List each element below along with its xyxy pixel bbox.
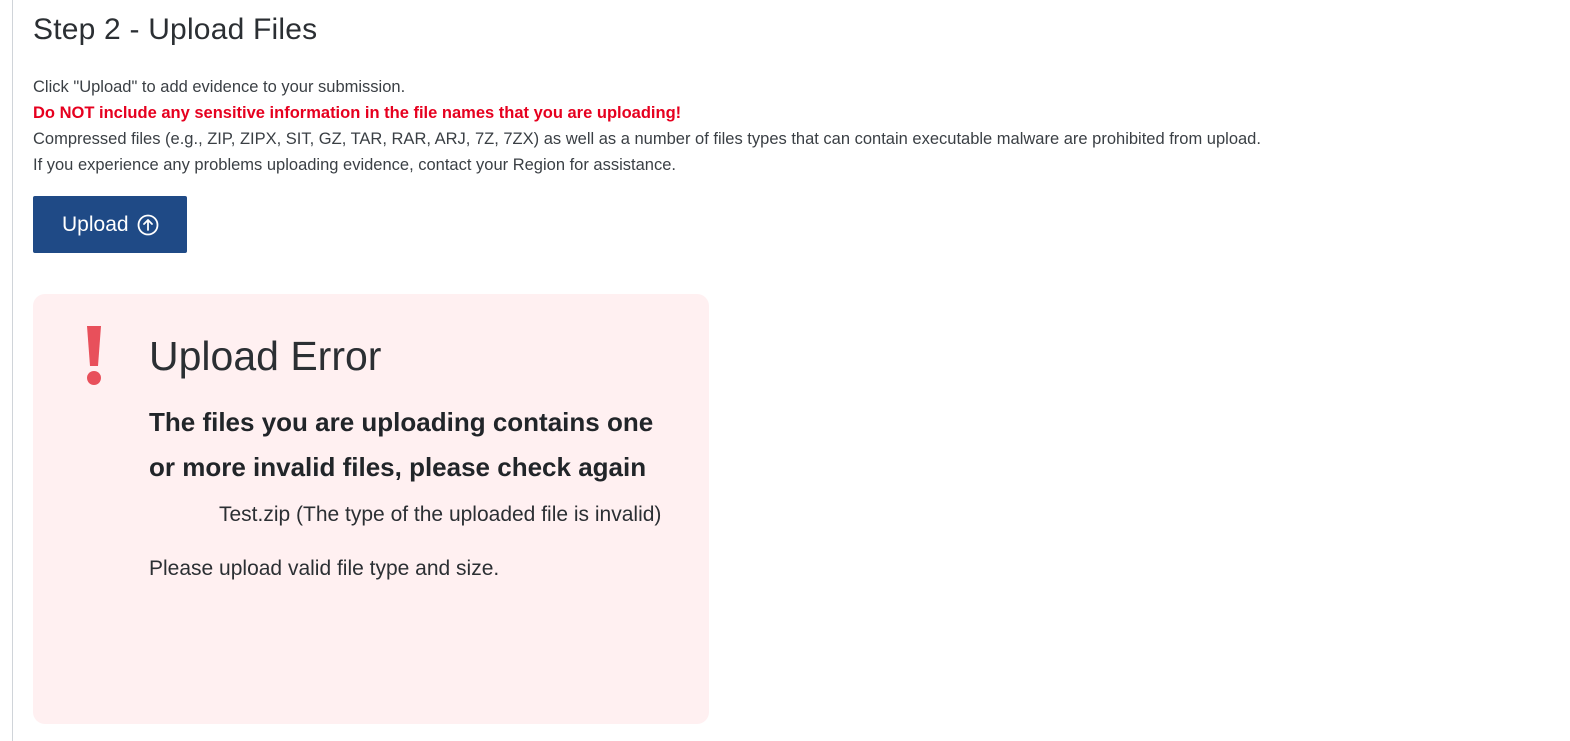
error-title: Upload Error (149, 333, 382, 379)
exclamation-icon (81, 324, 107, 388)
sensitive-info-warning: Do NOT include any sensitive information… (33, 104, 682, 122)
error-hint: Please upload valid file type and size. (149, 557, 500, 580)
instruction-upload-hint: Click "Upload" to add evidence to your s… (33, 78, 406, 96)
upload-instructions: Click "Upload" to add evidence to your s… (33, 74, 1563, 178)
upload-step-section: Step 2 - Upload Files Click "Upload" to … (33, 0, 1563, 724)
prohibited-file-types-note: Compressed files (e.g., ZIP, ZIPX, SIT, … (33, 130, 1261, 148)
upload-step-page: Step 2 - Upload Files Click "Upload" to … (0, 0, 1570, 741)
page-title: Step 2 - Upload Files (33, 13, 318, 46)
error-message: The files you are uploading contains one… (149, 407, 654, 482)
contact-region-note: If you experience any problems uploading… (33, 156, 676, 174)
upload-error-alert: Upload Error The files you are uploading… (33, 294, 709, 724)
error-body: Upload Error The files you are uploading… (149, 330, 689, 584)
invalid-file-item: Test.zip (The type of the uploaded file … (219, 503, 662, 526)
upload-button-label: Upload (62, 212, 129, 236)
left-divider (12, 0, 13, 741)
arrow-up-circle-icon (137, 214, 159, 236)
upload-button[interactable]: Upload (33, 196, 187, 253)
